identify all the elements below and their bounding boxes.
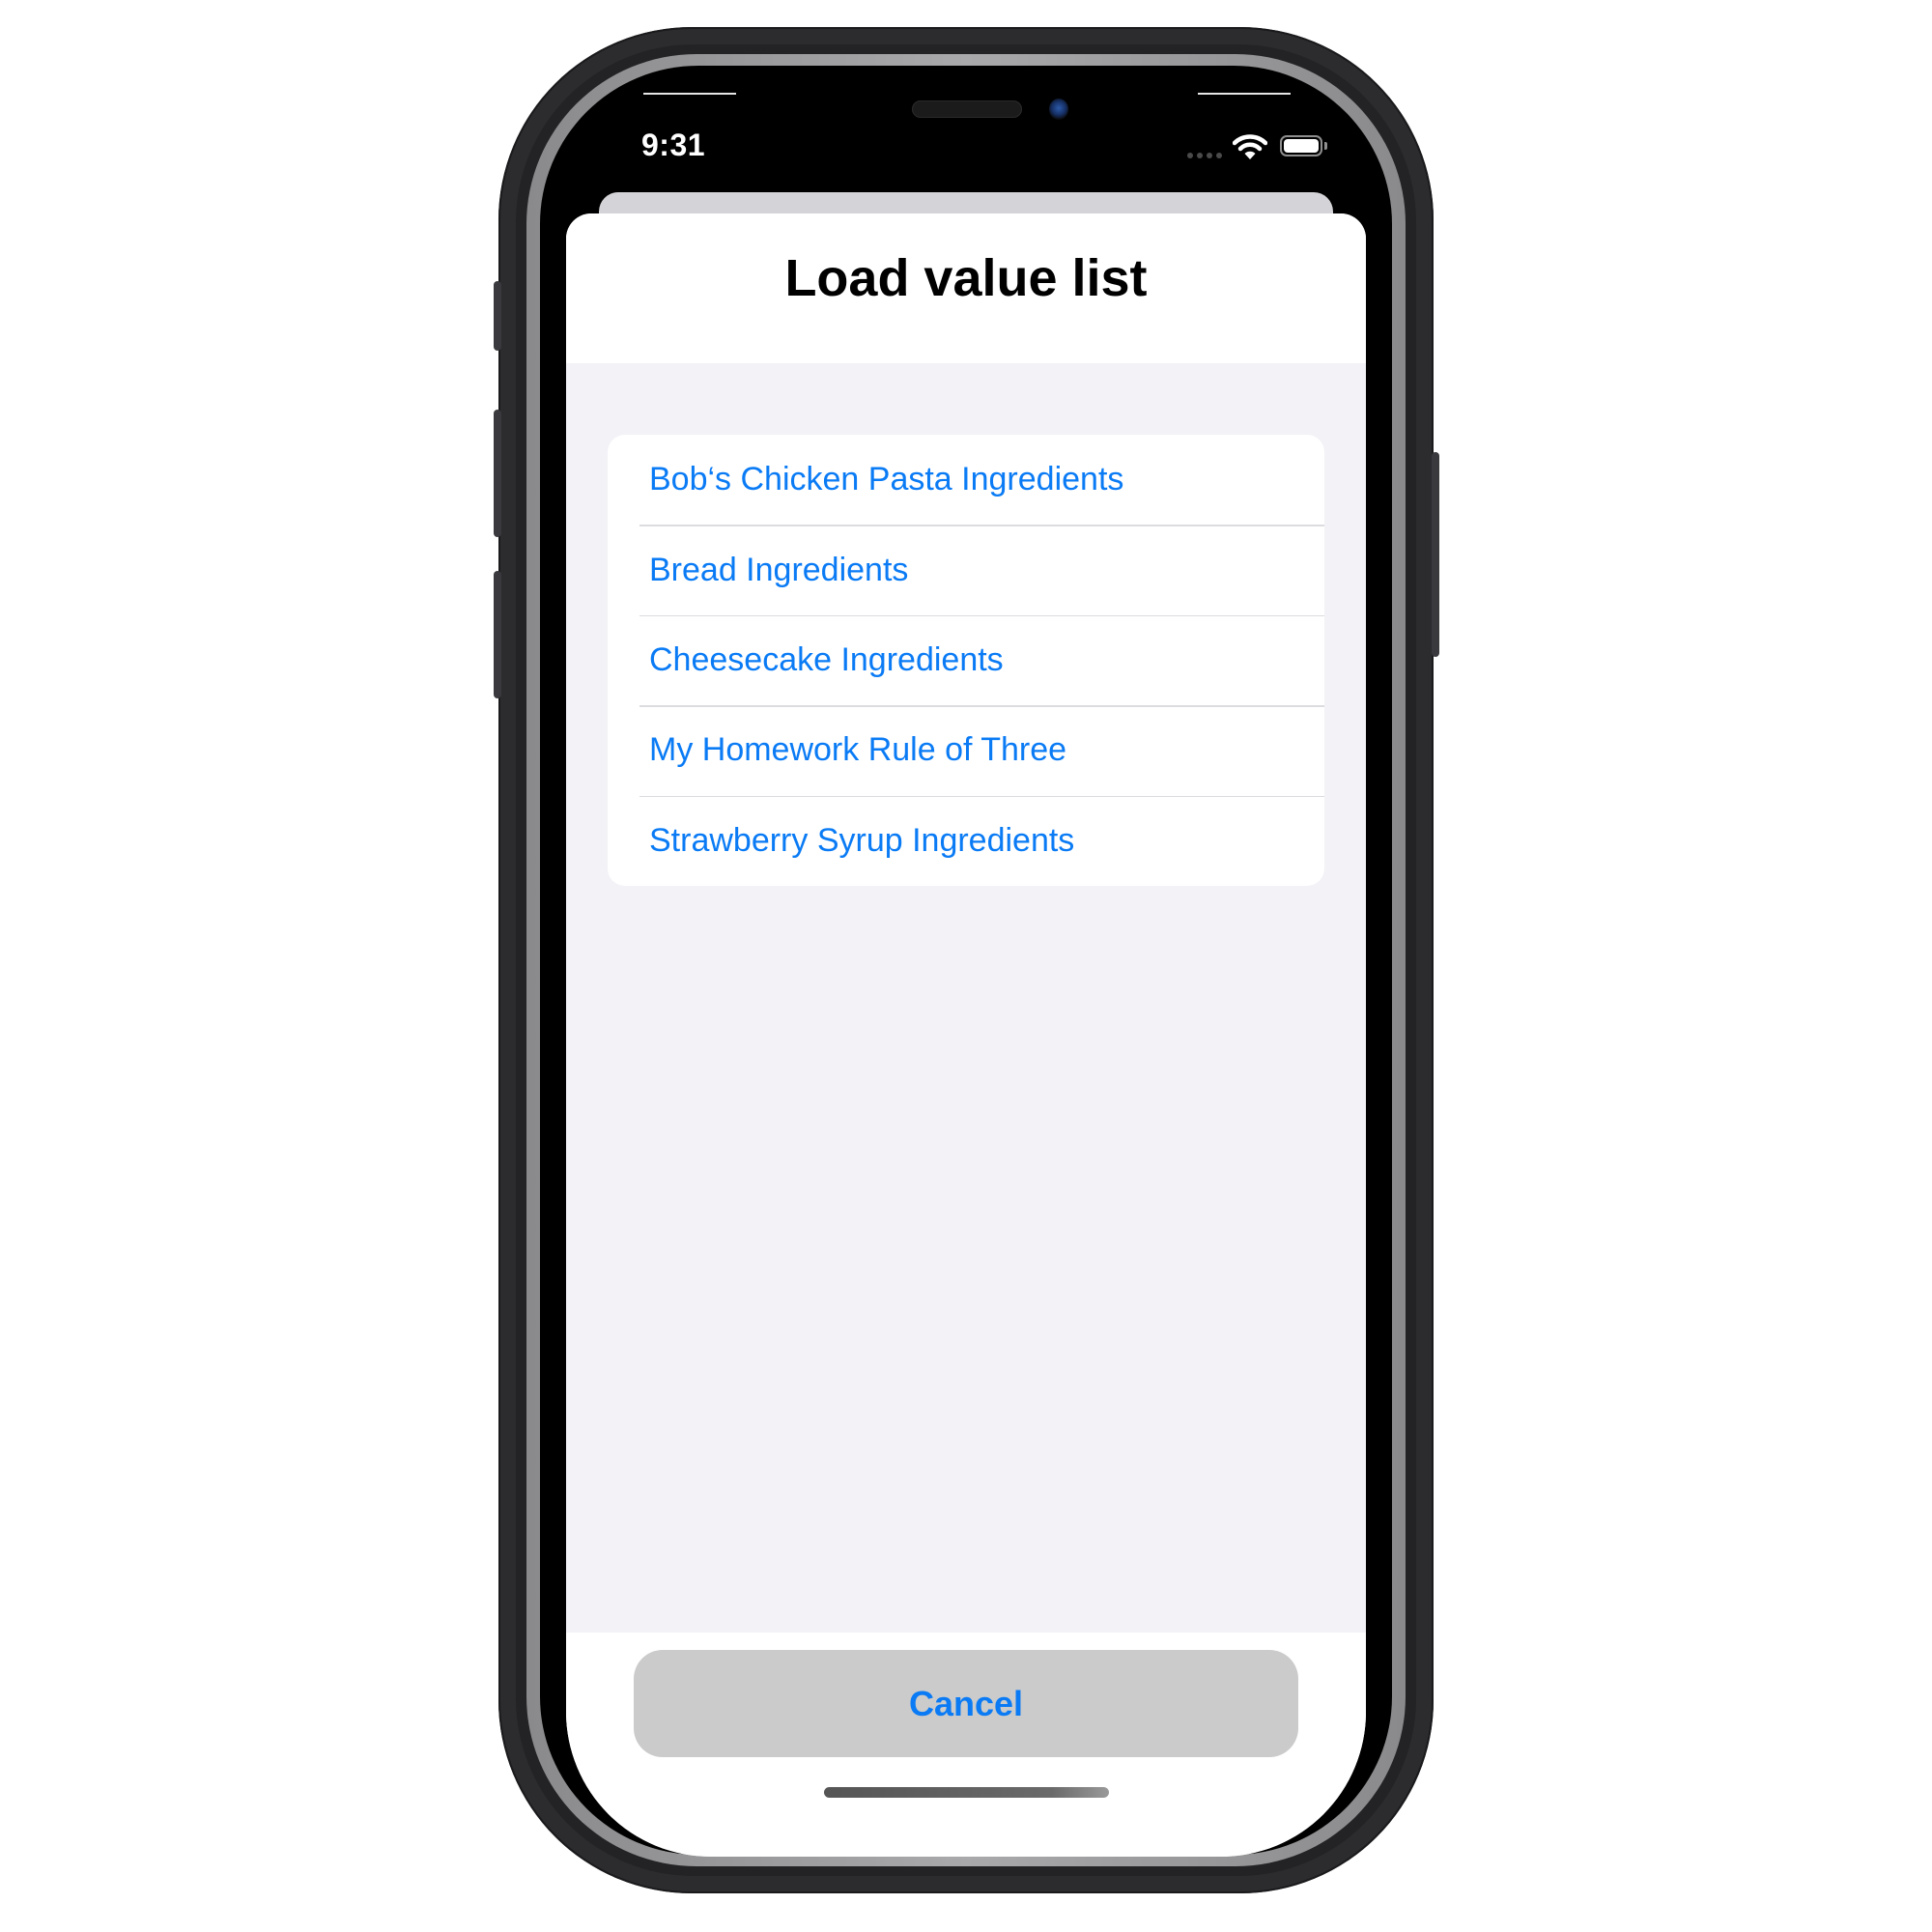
sheet-footer: Cancel — [566, 1633, 1366, 1857]
value-list: Bob‘s Chicken Pasta Ingredients Bread In… — [608, 435, 1324, 886]
list-item-label: My Homework Rule of Three — [649, 731, 1067, 769]
sheet-header: Load value list — [566, 213, 1366, 363]
antenna-line-left — [643, 93, 736, 95]
power-button — [1432, 452, 1439, 657]
front-camera — [1049, 99, 1068, 120]
mute-switch — [494, 281, 501, 351]
battery-fill — [1284, 139, 1319, 153]
load-value-list-sheet: Load value list Bob‘s Chicken Pasta Ingr… — [566, 213, 1366, 1857]
sheet-title: Load value list — [784, 249, 1148, 307]
status-time: 9:31 — [641, 128, 706, 162]
list-item-label: Cheesecake Ingredients — [649, 640, 1004, 678]
list-item[interactable]: Bob‘s Chicken Pasta Ingredients — [608, 435, 1324, 525]
cancel-button[interactable]: Cancel — [634, 1650, 1298, 1757]
list-item[interactable]: Strawberry Syrup Ingredients — [608, 795, 1324, 886]
wifi-icon — [1232, 133, 1268, 165]
list-item-label: Strawberry Syrup Ingredients — [649, 821, 1075, 859]
battery-cap — [1324, 142, 1327, 150]
cancel-button-label: Cancel — [908, 1683, 1024, 1723]
list-item[interactable]: My Homework Rule of Three — [608, 705, 1324, 795]
list-item[interactable]: Bread Ingredients — [608, 525, 1324, 614]
battery-icon — [1280, 135, 1322, 156]
list-item-label: Bread Ingredients — [649, 551, 909, 588]
antenna-line-right — [1198, 93, 1291, 95]
cellular-signal-icon — [1187, 153, 1222, 158]
volume-up-button — [494, 410, 501, 537]
list-item[interactable]: Cheesecake Ingredients — [608, 614, 1324, 705]
home-indicator[interactable] — [824, 1787, 1109, 1798]
list-item-label: Bob‘s Chicken Pasta Ingredients — [649, 461, 1124, 498]
earpiece-speaker — [912, 100, 1022, 118]
volume-down-button — [494, 571, 501, 698]
